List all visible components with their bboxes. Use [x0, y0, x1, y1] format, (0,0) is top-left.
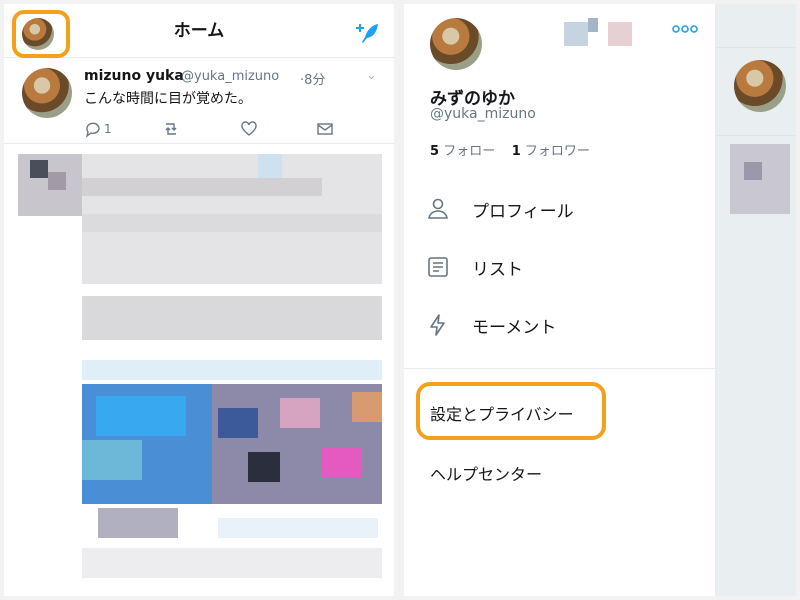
person-icon: [428, 198, 448, 219]
drawer-menu-screen: みずのゆか @yuka_mizuno 5 フォロー 1 フォロワー プロフィール…: [404, 4, 796, 596]
envelope-icon: [317, 123, 333, 135]
dimmed-timeline-strip: [716, 4, 796, 596]
followers-link[interactable]: 1 フォロワー: [512, 144, 590, 159]
followers-label: フォロワー: [524, 144, 590, 159]
menu-item-label: モーメント: [472, 317, 557, 338]
like-button[interactable]: [240, 120, 258, 138]
following-link[interactable]: 5 フォロー: [430, 144, 495, 159]
blurred-account-switcher: [564, 18, 654, 48]
strip-tweet: [716, 48, 796, 136]
menu-divider: [404, 368, 716, 369]
profile-handle: @yuka_mizuno: [430, 106, 536, 122]
retweet-button[interactable]: [162, 120, 180, 138]
menu-item-help-center[interactable]: ヘルプセンター: [430, 461, 542, 485]
home-header: ホーム: [4, 4, 394, 58]
chevron-down-icon[interactable]: ⌄: [366, 68, 377, 83]
menu-item-moments[interactable]: モーメント: [426, 305, 696, 345]
menu-item-settings-privacy[interactable]: 設定とプライバシー: [430, 401, 574, 425]
menu-item-label: プロフィール: [472, 201, 574, 222]
strip-header: [716, 4, 796, 48]
more-options-icon[interactable]: [672, 22, 698, 36]
tweet-timestamp: ·8分: [300, 73, 326, 88]
followers-count: 1: [511, 144, 521, 159]
list-icon: [428, 257, 448, 277]
blurred-tweet-content: [18, 148, 388, 588]
menu-item-lists[interactable]: リスト: [426, 247, 696, 287]
compose-tweet-icon[interactable]: [354, 22, 380, 44]
reply-count: 1: [104, 122, 112, 136]
following-label: フォロー: [443, 144, 496, 159]
tweet-avatar[interactable]: [22, 68, 72, 118]
side-drawer: みずのゆか @yuka_mizuno 5 フォロー 1 フォロワー プロフィール…: [404, 4, 716, 596]
tweet-item[interactable]: mizuno yuka @yuka_mizuno ·8分 ⌄ こんな時間に目が覚…: [4, 60, 394, 144]
avatar-highlight: [12, 10, 70, 58]
lightning-icon: [430, 314, 445, 336]
profile-avatar-button[interactable]: [22, 18, 54, 50]
menu-item-profile[interactable]: プロフィール: [426, 189, 696, 229]
following-count: 5: [430, 144, 440, 159]
home-timeline-screen: ホーム mizuno yuka @yuka_mizuno ·8分 ⌄ こんな時間…: [4, 4, 394, 596]
strip-avatar: [734, 60, 786, 112]
menu-item-label: リスト: [472, 259, 523, 280]
reply-button[interactable]: 1: [84, 120, 112, 138]
tweet-author-name[interactable]: mizuno yuka: [84, 68, 184, 84]
drawer-avatar[interactable]: [430, 18, 482, 70]
heart-icon: [241, 121, 257, 136]
reply-icon: [85, 122, 100, 138]
direct-message-button[interactable]: [316, 120, 334, 138]
follow-stats: 5 フォロー 1 フォロワー: [430, 140, 590, 159]
strip-blurred-content: [730, 144, 790, 214]
retweet-icon: [165, 123, 177, 135]
tweet-author-handle: @yuka_mizuno: [181, 69, 280, 84]
tweet-text: こんな時間に目が覚めた。: [84, 91, 252, 107]
